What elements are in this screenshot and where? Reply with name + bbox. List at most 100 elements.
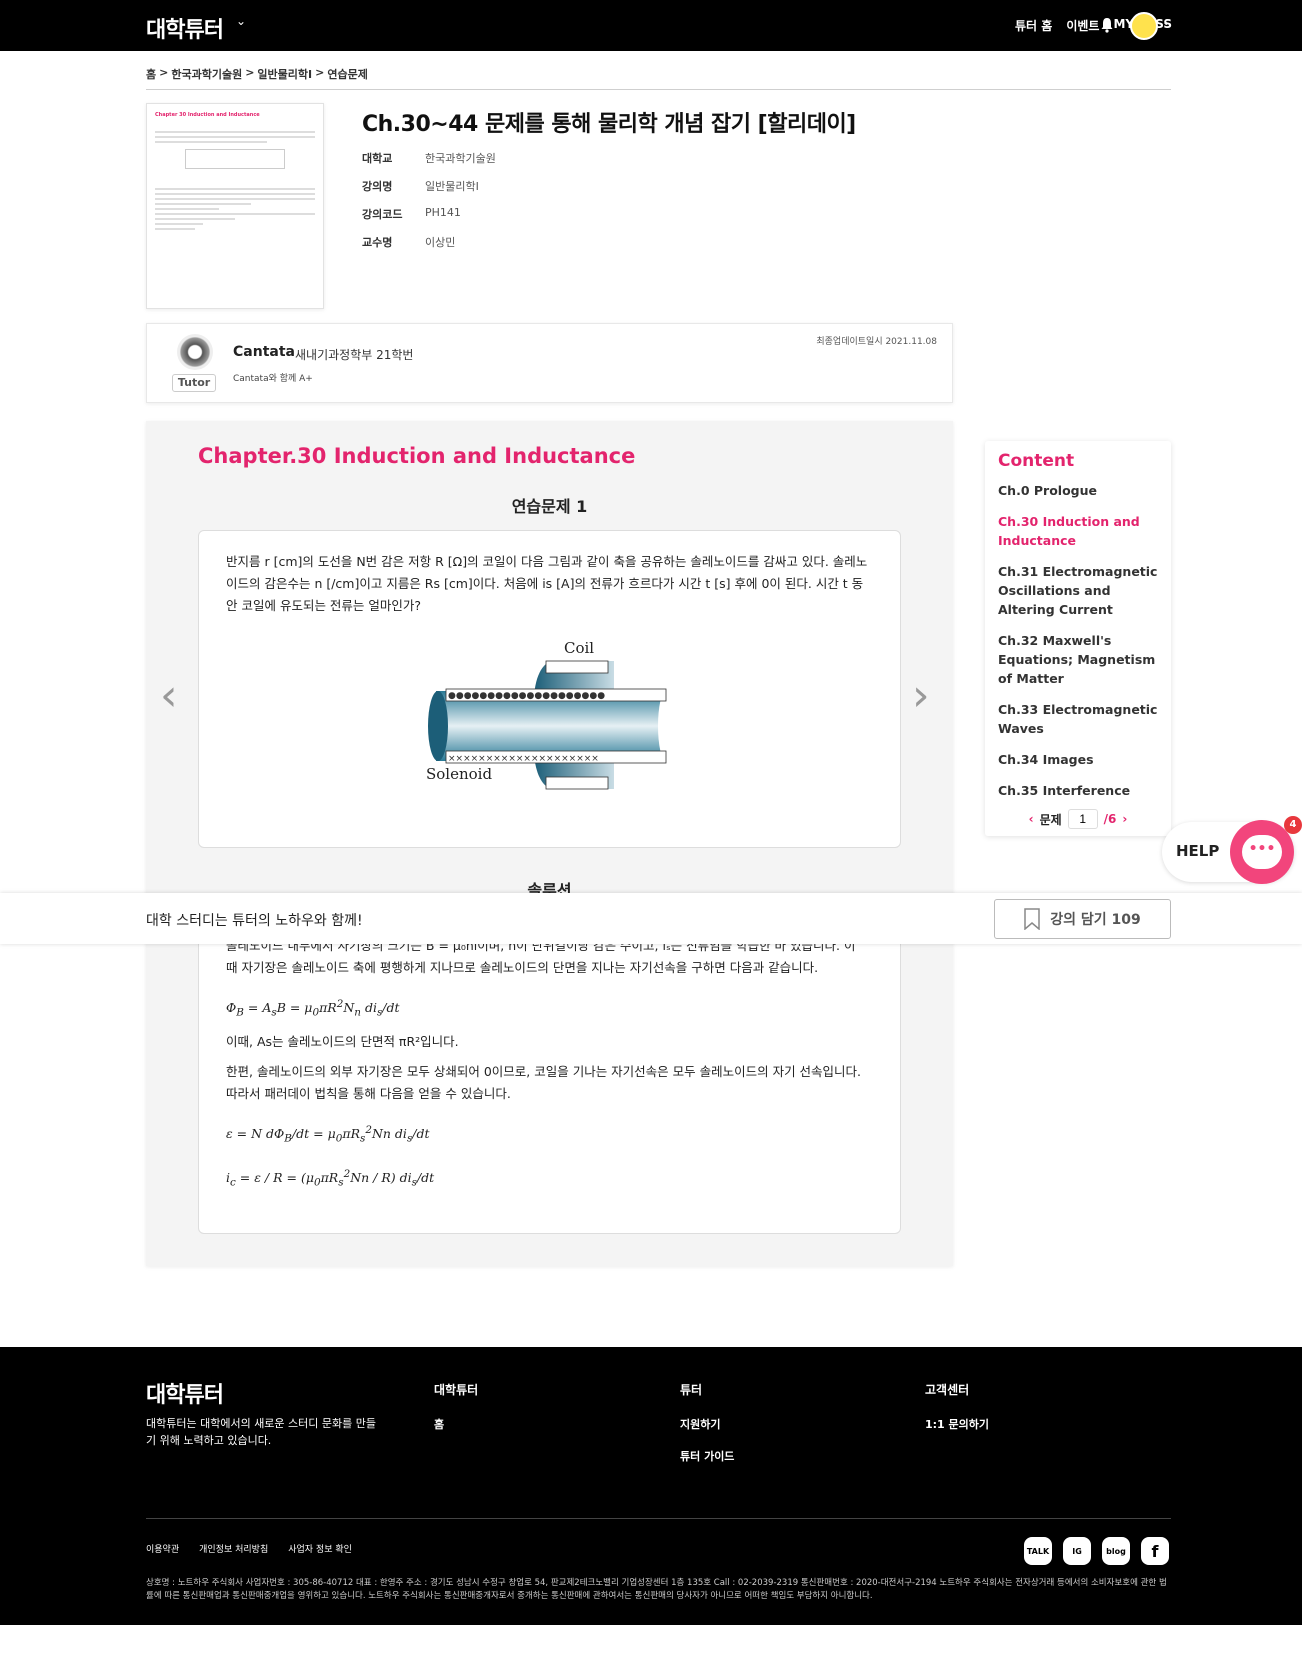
social-links: TALK IG blog f (1024, 1537, 1169, 1565)
prev-arrow-icon[interactable]: ‹ (160, 670, 178, 721)
solution-line: 때 자기장은 솔레노이드 축에 평행하게 지나므로 솔레노이드의 단면을 지나는… (226, 960, 819, 975)
breadcrumb-current: 연습문제 (327, 68, 368, 81)
footer-logo[interactable]: 대학튜터 (146, 1377, 224, 1409)
footer-link-business[interactable]: 사업자 정보 확인 (288, 1542, 352, 1555)
footer-link-inquiry[interactable]: 1:1 문의하기 (925, 1416, 989, 1432)
chevron-right-icon: > (245, 66, 255, 79)
problem-pager: ‹ 문제 /6 › (985, 809, 1171, 829)
next-arrow-icon[interactable]: › (912, 670, 930, 721)
tutor-school: 새내기과정학부 21학번 (295, 348, 414, 362)
toc-item[interactable]: Ch.35 Interference (998, 781, 1163, 799)
svg-text:××××××××××××××××××××: ×××××××××××××××××××× (448, 754, 599, 764)
toc-list[interactable]: Ch.0 Prologue Ch.30 Induction and Induct… (998, 481, 1163, 799)
sticky-slogan: 대학 스터디는 튜터의 노하우와 함께! (146, 913, 363, 929)
footer-col-tutor: 튜터 지원하기 튜터 가이드 (680, 1381, 734, 1480)
toc-item[interactable]: Ch.34 Images (998, 750, 1163, 769)
sticky-bar: 대학 스터디는 튜터의 노하우와 함께! 강의 담기 109 (0, 893, 1302, 944)
solution-line: 이때, As는 솔레노이드의 단면적 πR²입니다. (226, 1034, 459, 1049)
nav-event[interactable]: 이벤트 (1066, 17, 1099, 34)
toc-item[interactable]: Ch.0 Prologue (998, 481, 1163, 500)
info-label: 강의명 (362, 180, 393, 193)
tutor-subtitle: Cantata와 함께 A+ (233, 374, 313, 384)
site-logo[interactable]: 대학튜터 (146, 12, 224, 44)
top-nav-bar: 대학튜터 ⌄ 튜터 홈 이벤트 MY PASS ⌄ (0, 0, 1302, 51)
toc-heading: Content (998, 451, 1075, 471)
chapter-title: Chapter.30 Induction and Inductance (198, 444, 636, 468)
divider (146, 89, 1171, 90)
chevron-right-icon: > (315, 66, 325, 79)
toc-item-active[interactable]: Ch.30 Induction and Inductance (998, 512, 1163, 550)
equation-current: ic = ε / R = (μ0πRs2Nn / R) dis/dt (226, 1168, 435, 1189)
breadcrumb: 홈 > 한국과학기술원 > 일반물리학Ⅰ > 연습문제 (146, 66, 368, 82)
footer-link-apply[interactable]: 지원하기 (680, 1416, 734, 1432)
footer-divider (146, 1518, 1171, 1519)
course-info: 대학교 한국과학기술원 강의명 일반물리학Ⅰ 강의코드 PH141 교수명 이상민 (362, 150, 496, 262)
problem-title: 연습문제 1 (511, 497, 588, 516)
bell-icon[interactable] (1100, 17, 1114, 33)
toc-item[interactable]: Ch.33 Electromagnetic Waves (998, 700, 1163, 738)
course-thumbnail: Chapter 30 Induction and Inductance (146, 103, 324, 309)
problem-box: 반지름 r [cm]의 도선을 N번 감은 저항 R [Ω]의 코일이 다음 그… (198, 530, 901, 848)
info-label: 교수명 (362, 236, 393, 249)
breadcrumb-home[interactable]: 홈 (146, 66, 156, 82)
tutor-name[interactable]: Cantata (233, 344, 295, 360)
footer-link-home[interactable]: 홈 (434, 1416, 478, 1432)
bookmark-icon (1024, 908, 1040, 930)
info-label: 대학교 (362, 152, 393, 165)
page-number-input[interactable] (1067, 809, 1098, 829)
chevron-down-icon[interactable]: ⌄ (1162, 17, 1170, 28)
page-title: Ch.30~44 문제를 통해 물리학 개념 잡기 [할리데이] (362, 112, 856, 137)
toc-item[interactable]: Ch.32 Maxwell's Equations; Magnetism of … (998, 631, 1163, 688)
breadcrumb-school[interactable]: 한국과학기술원 (171, 66, 242, 82)
instagram-icon[interactable]: IG (1063, 1537, 1091, 1565)
nav-tutor-home[interactable]: 튜터 홈 (1015, 17, 1052, 34)
ellipsis-icon: ••• (1242, 835, 1282, 869)
footer-col-support: 고객센터 1:1 문의하기 (925, 1381, 989, 1448)
footer-legal-links: 이용약관 개인정보 처리방침 사업자 정보 확인 (146, 1542, 352, 1555)
blog-icon[interactable]: blog (1102, 1537, 1130, 1565)
toc-item[interactable]: Ch.31 Electromagnetic Oscillations and A… (998, 562, 1163, 619)
problem-text: 반지름 r [cm]의 도선을 N번 감은 저항 R [Ω]의 코일이 다음 그… (226, 554, 868, 613)
footer-col-heading: 대학튜터 (434, 1383, 479, 1397)
info-label: 강의코드 (362, 208, 403, 221)
tutor-avatar[interactable] (177, 334, 213, 370)
notification-badge: 4 (1284, 816, 1302, 834)
tutor-card: Tutor Cantata 새내기과정학부 21학번 Cantata와 함께 A… (146, 323, 953, 403)
save-course-button[interactable]: 강의 담기 109 (994, 899, 1171, 939)
footer-col-main: 대학튜터 홈 (434, 1381, 478, 1448)
solution-box: 솔레노이드 내부에서 자기장의 크기는 B = μ₀ni이며, n이 단위길이당… (198, 900, 901, 1234)
kakaotalk-icon[interactable]: TALK (1024, 1537, 1052, 1565)
chevron-right-icon: > (159, 66, 169, 79)
solution-line: 한편, 솔레노이드의 외부 자기장은 모두 상쇄되어 0이므로, 코일을 기나는… (226, 1064, 862, 1079)
footer-col-heading: 튜터 (680, 1383, 703, 1397)
coil-solenoid-figure: Coil ●●●●●●●●●●●●●●●●●●●● ××××××××××××××… (426, 639, 674, 790)
chevron-left-icon[interactable]: ‹ (1029, 812, 1034, 826)
help-label: HELP (1176, 842, 1220, 860)
footer-description: 대학튜터는 대학에서의 새로운 스터디 문화를 만들기 위해 노력하고 있습니다… (146, 1417, 377, 1447)
coil-label: Coil (564, 639, 594, 657)
footer: 대학튜터 대학튜터는 대학에서의 새로운 스터디 문화를 만들기 위해 노력하고… (0, 1347, 1302, 1625)
footer-link-terms[interactable]: 이용약관 (146, 1542, 179, 1555)
svg-text:●●●●●●●●●●●●●●●●●●●●: ●●●●●●●●●●●●●●●●●●●● (448, 691, 605, 701)
pager-label: 문제 (1039, 812, 1062, 827)
chevron-down-icon[interactable]: ⌄ (236, 14, 246, 28)
breadcrumb-course[interactable]: 일반물리학Ⅰ (257, 66, 312, 82)
save-course-label: 강의 담기 109 (1050, 912, 1141, 928)
solution-line: 따라서 패러데이 법칙을 통해 다음을 얻을 수 있습니다. (226, 1086, 511, 1101)
tutor-badge: Tutor (172, 374, 216, 392)
updated-date: 최종업데이트일시 2021.11.08 (816, 337, 937, 347)
pager-total: /6 (1103, 812, 1117, 826)
footer-legal-text: 상호명 : 노트하우 주식회사 사업자번호 : 305-86-40712 대표 … (146, 1578, 1167, 1601)
equation-flux: ΦB = AsB = μ0πR2Nn dis/dt (226, 998, 400, 1019)
info-value: 한국과학기술원 (425, 152, 496, 165)
footer-link-guide[interactable]: 튜터 가이드 (680, 1448, 734, 1464)
facebook-icon[interactable]: f (1141, 1537, 1169, 1565)
info-value: PH141 (425, 206, 461, 219)
solenoid-label: Solenoid (426, 765, 492, 783)
table-of-contents: Content Ch.0 Prologue Ch.30 Induction an… (985, 441, 1171, 836)
help-widget[interactable]: HELP ••• 4 (1162, 816, 1302, 884)
avatar[interactable] (1130, 12, 1158, 40)
chevron-right-icon[interactable]: › (1122, 812, 1127, 826)
footer-link-privacy[interactable]: 개인정보 처리방침 (199, 1542, 268, 1555)
info-value: 일반물리학Ⅰ (425, 180, 479, 193)
